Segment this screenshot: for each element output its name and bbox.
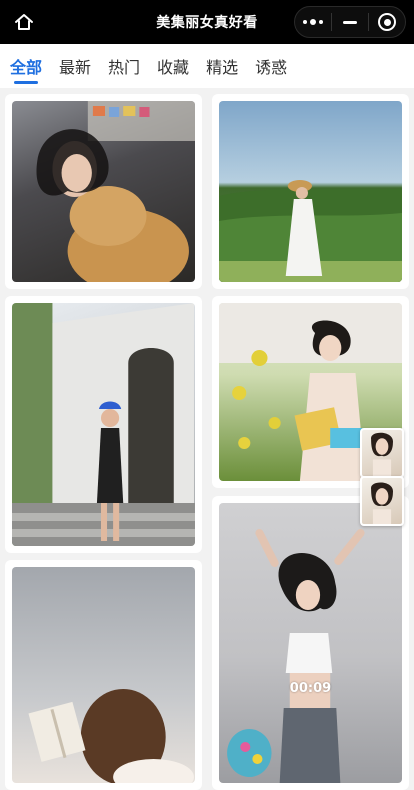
target-circle-icon <box>378 13 396 31</box>
top-bar: 美集丽女真好看 <box>0 0 414 44</box>
feed-photo <box>12 567 195 783</box>
mini-program-capsule <box>294 6 406 38</box>
close-button[interactable] <box>369 7 405 37</box>
more-dots-icon <box>303 19 323 25</box>
video-duration: 00:09 <box>289 681 332 696</box>
tab-temptation[interactable]: 诱惑 <box>255 44 287 88</box>
feed-photo <box>12 101 195 282</box>
feed-card[interactable] <box>5 94 202 289</box>
feed-photo <box>12 303 195 546</box>
floating-avatar-thumbnail[interactable] <box>360 428 404 478</box>
feed-card[interactable] <box>5 296 202 553</box>
tab-latest[interactable]: 最新 <box>59 44 91 88</box>
minimize-icon <box>343 20 357 24</box>
tab-hot[interactable]: 热门 <box>108 44 140 88</box>
minimize-button[interactable] <box>332 7 368 37</box>
floating-avatar-thumbnail[interactable] <box>360 476 404 526</box>
feed-card[interactable] <box>5 560 202 790</box>
home-button[interactable] <box>8 6 40 38</box>
more-button[interactable] <box>295 7 331 37</box>
video-card[interactable]: 00:09 <box>212 496 409 790</box>
home-icon <box>15 14 33 30</box>
feed-photo <box>219 101 402 282</box>
tab-featured[interactable]: 精选 <box>206 44 238 88</box>
feed-card[interactable] <box>212 94 409 289</box>
category-tabs: 全部 最新 热门 收藏 精选 诱惑 <box>0 44 414 88</box>
tab-favorites[interactable]: 收藏 <box>157 44 189 88</box>
tab-all[interactable]: 全部 <box>10 44 42 88</box>
video-thumbnail: 00:09 <box>219 503 402 783</box>
